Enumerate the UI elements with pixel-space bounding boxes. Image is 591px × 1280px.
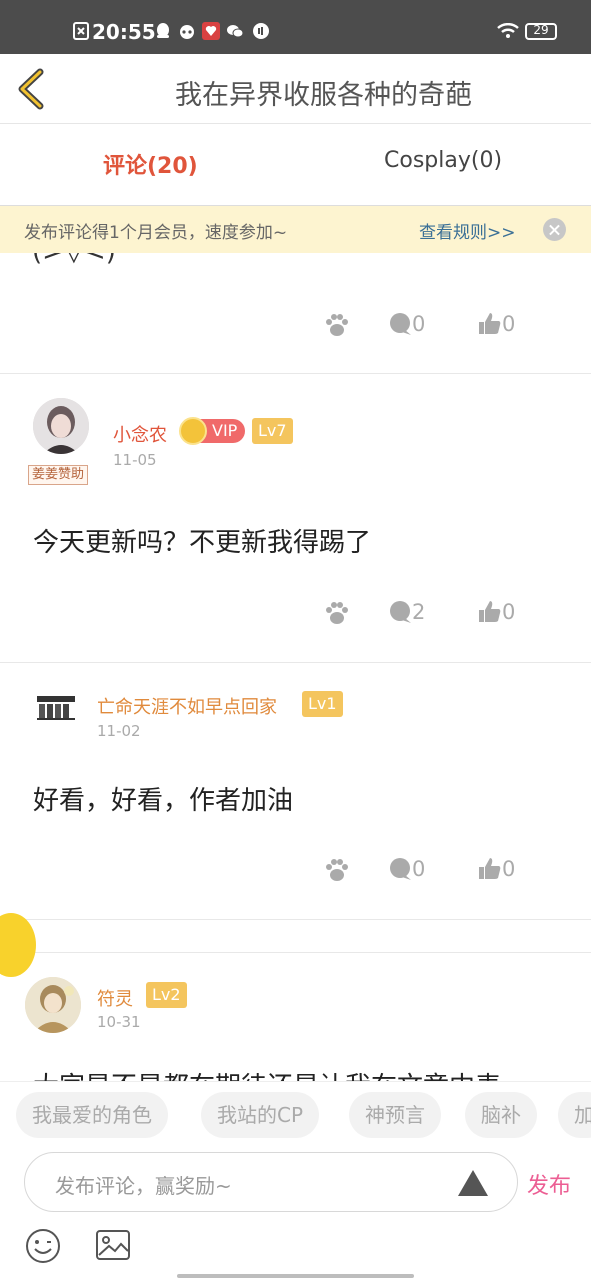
comment-content: 今天更新吗？不更新我得踢了	[33, 528, 372, 558]
comment-actions: 0 0	[0, 857, 591, 887]
reply-button[interactable]: 2	[388, 600, 425, 624]
wechat-icon	[227, 25, 244, 38]
wifi-icon	[497, 23, 519, 38]
like-button[interactable]: 0	[478, 312, 515, 336]
divider	[0, 373, 591, 374]
like-count: 0	[502, 857, 516, 881]
paw-button[interactable]	[324, 600, 350, 626]
avatar[interactable]	[33, 686, 79, 732]
reply-count: 0	[412, 312, 426, 336]
page-title: 我在异界收服各种的奇葩	[175, 80, 472, 111]
tab-bar: 评论(20) Cosplay(0)	[0, 124, 591, 206]
publish-button[interactable]: 发布	[527, 1168, 571, 1200]
divider	[0, 662, 591, 663]
close-icon[interactable]	[543, 218, 566, 241]
thumbs-up-icon	[479, 601, 501, 622]
comment-bubble-icon	[390, 858, 411, 880]
comment-content: (>▽<)	[32, 253, 116, 267]
crown-icon	[179, 417, 207, 445]
comment-input[interactable]: 发布评论，赢奖励~	[24, 1152, 518, 1212]
home-indicator[interactable]	[177, 1274, 414, 1278]
cat-app-icon	[180, 25, 194, 39]
paw-button[interactable]	[324, 857, 350, 883]
avatar[interactable]	[33, 398, 89, 454]
avatar-image	[25, 977, 81, 1033]
thumbs-up-icon	[479, 858, 501, 879]
tab-cosplay[interactable]: Cosplay(0)	[384, 148, 502, 173]
reply-button[interactable]: 0	[388, 857, 425, 881]
tag-chip[interactable]: 我最爱的角色	[16, 1092, 168, 1138]
level-badge: Lv7	[252, 418, 293, 444]
thumbs-up-icon	[479, 313, 501, 334]
comment-content: 好看，好看，作者加油	[33, 786, 294, 816]
comment-bubble-icon	[390, 601, 411, 623]
image-icon[interactable]	[95, 1229, 131, 1261]
comment-actions: 2 0	[0, 600, 591, 630]
notice-text: 发布评论得1个月会员，速度参加~	[24, 223, 288, 243]
composer-toolbar	[0, 1219, 591, 1280]
tag-chip[interactable]: 神预言	[349, 1092, 441, 1138]
rules-link[interactable]: 查看规则>>	[419, 218, 516, 243]
comment-content: 大家是不是都在期待还是让我在文章中表	[33, 1066, 501, 1081]
comment-date: 11-05	[113, 451, 157, 469]
sim-icon	[73, 22, 89, 40]
like-button[interactable]: 0	[478, 600, 515, 624]
avatar[interactable]	[25, 977, 81, 1033]
reply-count: 0	[412, 857, 426, 881]
username[interactable]: 亡命天涯不如早点回家	[97, 693, 277, 719]
divider	[0, 952, 591, 953]
tab-comments[interactable]: 评论(20)	[103, 148, 198, 180]
emoji-icon[interactable]	[25, 1228, 61, 1264]
reply-count: 2	[412, 600, 426, 624]
status-bar: 20:55 29	[0, 0, 591, 54]
tag-chip[interactable]: 加	[558, 1092, 591, 1138]
tag-chip[interactable]: 脑补	[465, 1092, 537, 1138]
promo-notice: 发布评论得1个月会员，速度参加~ 查看规则>>	[0, 206, 591, 253]
like-count: 0	[502, 600, 516, 624]
clock: 20:55	[92, 20, 156, 44]
paw-button[interactable]	[324, 312, 350, 338]
battery-level: 29	[533, 23, 549, 37]
paw-icon	[326, 859, 348, 881]
expand-triangle-icon[interactable]	[458, 1170, 488, 1196]
comment-list[interactable]: (>▽<) 0 0	[0, 253, 591, 1081]
level-badge: Lv1	[302, 691, 343, 717]
comment-bubble-icon	[390, 313, 411, 335]
sponsor-badge: 姜姜赞助	[28, 465, 89, 485]
floating-mascot[interactable]	[0, 913, 36, 977]
red-app-icon	[202, 22, 220, 40]
username[interactable]: 小念农	[113, 421, 167, 447]
top-bar: 我在异界收服各种的奇葩	[0, 54, 591, 124]
sound-app-icon	[253, 23, 269, 39]
tag-suggestions: 我最爱的角色 我站的CP 神预言 脑补 加	[0, 1081, 591, 1147]
like-count: 0	[502, 312, 516, 336]
comment-actions: 0 0	[0, 312, 591, 342]
level-badge: Lv2	[146, 982, 187, 1008]
tag-chip[interactable]: 我站的CP	[201, 1092, 320, 1138]
like-button[interactable]: 0	[478, 857, 515, 881]
comment-date: 11-02	[97, 722, 141, 740]
comment-date: 10-31	[97, 1013, 141, 1031]
username[interactable]: 符灵	[97, 985, 133, 1011]
comment-input-placeholder: 发布评论，赢奖励~	[55, 1174, 232, 1198]
paw-icon	[326, 314, 348, 336]
reply-button[interactable]: 0	[388, 312, 425, 336]
battery-icon: 29	[525, 23, 557, 40]
qq-icon	[157, 23, 169, 38]
paw-icon	[326, 602, 348, 624]
divider	[0, 919, 591, 920]
avatar-image	[37, 696, 75, 720]
comment-composer: 发布评论，赢奖励~ 发布	[0, 1147, 591, 1219]
comments-screen: 20:55 29 我在异界收服各种的奇葩 评论(20) Cosplay(0) 发…	[0, 0, 591, 1280]
avatar-image	[33, 398, 89, 454]
